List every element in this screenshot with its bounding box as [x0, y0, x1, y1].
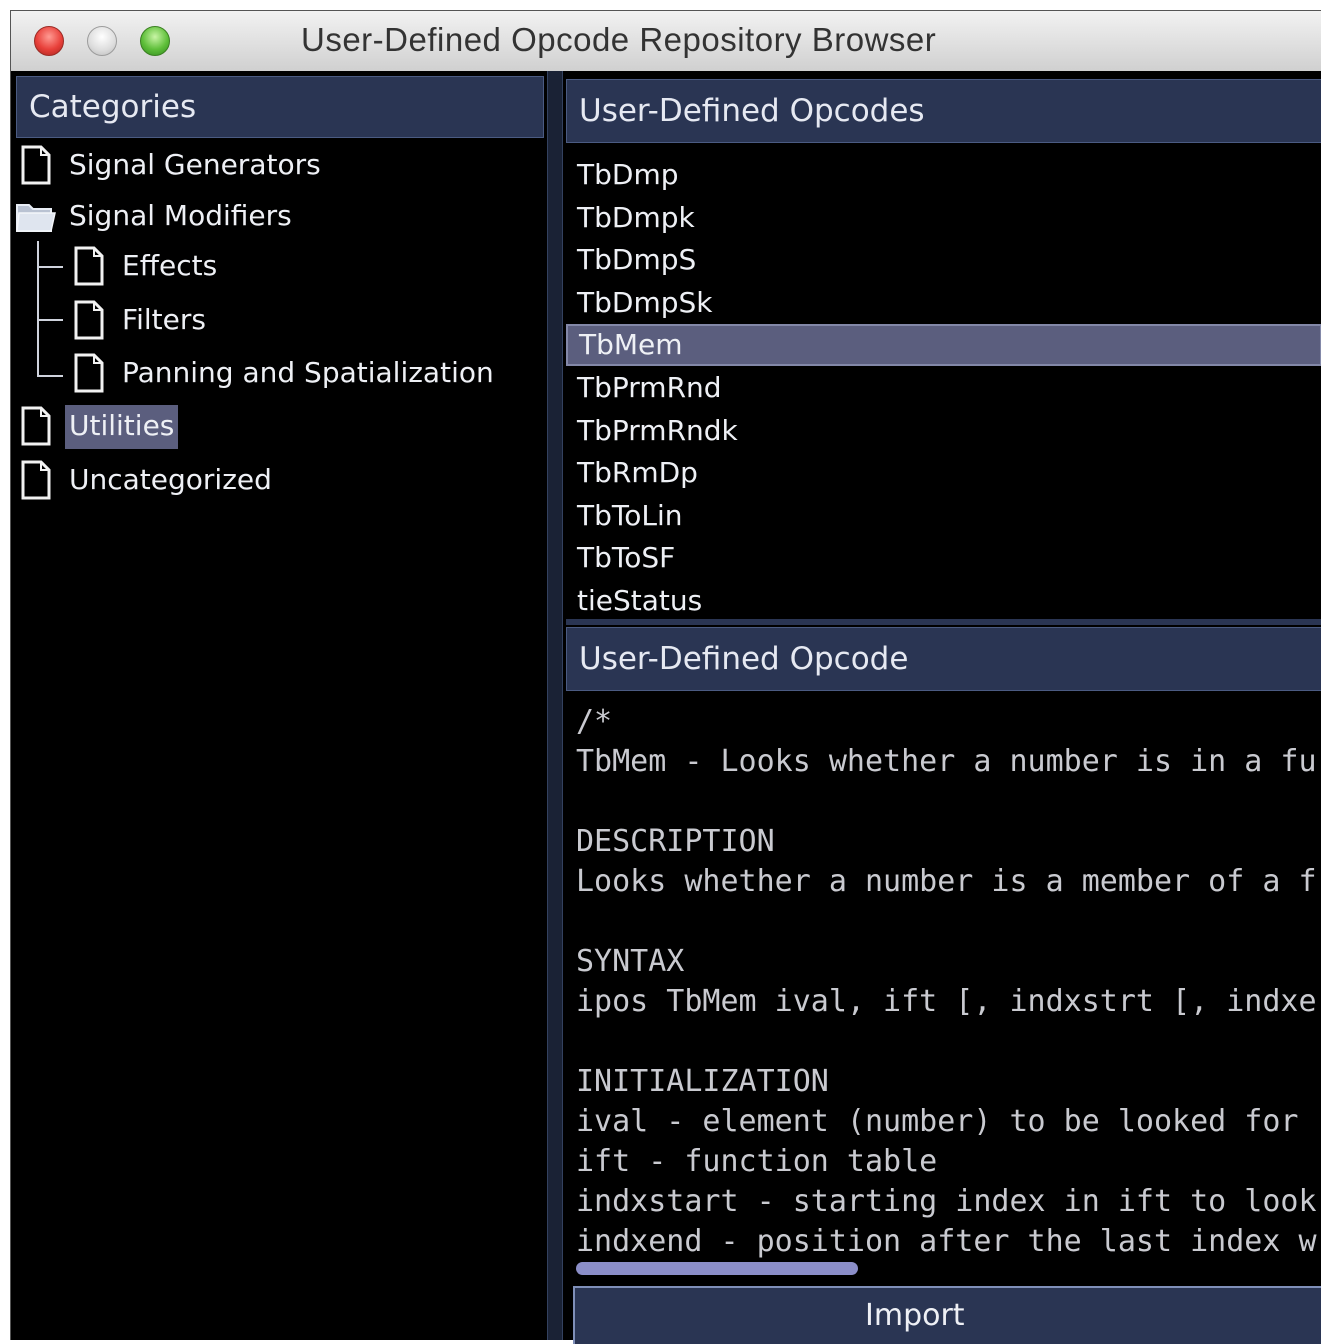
tree-connector-line: [37, 375, 63, 377]
opcode-list-item[interactable]: TbMem: [566, 324, 1321, 367]
tree-connector-line: [37, 319, 63, 321]
opcode-detail-header: User-Defined Opcode: [566, 627, 1321, 691]
categories-header: Categories: [16, 76, 544, 138]
code-line: INITIALIZATION: [576, 1064, 829, 1099]
category-item[interactable]: Signal Generators: [11, 142, 541, 188]
code-line: Looks whether a number is a member of a …: [576, 864, 1317, 899]
category-label: Utilities: [65, 405, 179, 449]
category-item[interactable]: Utilities: [11, 403, 541, 449]
code-line: ift - function table: [576, 1144, 938, 1179]
code-line: indxend - position after the last index …: [576, 1224, 1317, 1259]
code-line: ival - element (number) to be looked for: [576, 1104, 1299, 1139]
opcode-list-item[interactable]: TbDmpS: [566, 239, 1321, 281]
tree-connector-line: [37, 241, 39, 377]
category-item[interactable]: Uncategorized: [11, 457, 541, 503]
opcode-list-item[interactable]: TbToSF: [566, 537, 1321, 579]
code-line: indxstart - starting index in ift to loo…: [576, 1184, 1317, 1219]
code-line: /*: [576, 704, 613, 739]
code-line: SYNTAX: [576, 944, 685, 979]
opcode-list-item[interactable]: TbToLin: [566, 495, 1321, 537]
opcode-list-item[interactable]: TbPrmRndk: [566, 410, 1321, 452]
main-window: User-Defined Opcode Repository Browser C…: [10, 10, 1321, 1344]
title-bar[interactable]: User-Defined Opcode Repository Browser: [11, 11, 1321, 72]
tree-connector-line: [37, 266, 63, 268]
opcode-list-item[interactable]: TbDmpSk: [566, 282, 1321, 324]
categories-pane: Categories Signal Generators Signal Modif…: [11, 71, 547, 1340]
opcode-list-item[interactable]: TbRmDp: [566, 452, 1321, 494]
scrollbar-thumb[interactable]: [576, 1262, 858, 1275]
category-item[interactable]: Signal Modifiers: [11, 193, 541, 239]
code-line: DESCRIPTION: [576, 824, 775, 859]
category-item[interactable]: Filters: [11, 297, 541, 343]
code-line: TbMem - Looks whether a number is in a f…: [576, 744, 1317, 779]
opcode-list-item[interactable]: tieStatus: [566, 580, 1321, 617]
category-item[interactable]: Effects: [11, 243, 541, 289]
opcode-source-text[interactable]: /* TbMem - Looks whether a number is in a…: [566, 699, 1321, 1259]
opcode-list[interactable]: TbDmp TbDmpk TbDmpS TbDmpSk TbMem TbPrmRnd TbP…: [566, 149, 1321, 617]
category-label: Filters: [122, 303, 206, 336]
split-pane-divider[interactable]: [547, 71, 563, 1340]
opcodes-pane: User-Defined Opcodes TbDmp TbDmpk TbDmpS Tb…: [563, 71, 1321, 1344]
category-item[interactable]: Panning and Spatialization: [11, 350, 541, 396]
category-label: Panning and Spatialization: [122, 356, 494, 389]
horizontal-scrollbar[interactable]: [566, 1259, 1321, 1277]
category-label: Signal Modifiers: [69, 199, 292, 232]
window-title: User-Defined Opcode Repository Browser: [301, 21, 937, 58]
opcode-list-item[interactable]: TbDmpk: [566, 197, 1321, 239]
opcode-list-item[interactable]: TbDmp: [566, 154, 1321, 196]
code-line: ipos TbMem ival, ift [, indxstrt [, indx…: [576, 984, 1317, 1019]
import-button[interactable]: Import: [573, 1286, 1321, 1344]
category-label: Uncategorized: [69, 463, 272, 496]
opcode-list-header: User-Defined Opcodes: [566, 79, 1321, 143]
category-label: Effects: [122, 249, 218, 282]
vertical-split-divider[interactable]: [566, 619, 1321, 625]
category-label: Signal Generators: [69, 148, 321, 181]
opcode-list-item[interactable]: TbPrmRnd: [566, 367, 1321, 409]
